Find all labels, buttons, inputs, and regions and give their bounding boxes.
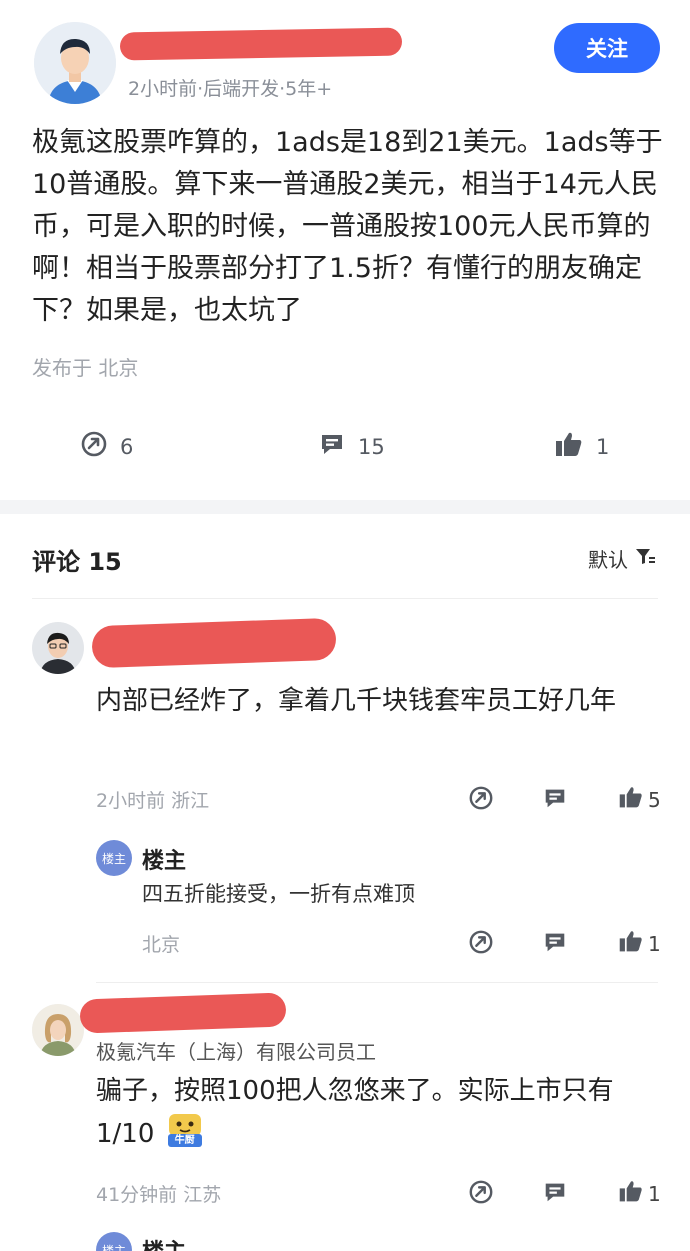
post-body: 极氪这股票咋算的，1ads是18到21美元。1ads等于10普通股。算下来一普通…	[32, 127, 663, 326]
share-count: 6	[120, 434, 134, 459]
like-button[interactable]: 1	[554, 430, 609, 463]
section-separator	[0, 500, 690, 514]
sort-label: 默认	[588, 548, 628, 572]
post-location: 发布于 北京	[32, 356, 139, 380]
comment-2-like-count: 1	[648, 1181, 661, 1206]
follow-button[interactable]: 关注	[554, 23, 660, 73]
reply-1-like-button[interactable]: 1	[618, 928, 661, 959]
like-count: 1	[596, 434, 610, 459]
comment-1-avatar[interactable]	[32, 622, 84, 674]
reply-1-like-count: 1	[648, 931, 661, 956]
comment-2-like-button[interactable]: 1	[618, 1178, 661, 1209]
reply-1-author[interactable]: 楼主	[142, 843, 186, 875]
filter-icon	[628, 545, 656, 572]
share-icon	[469, 930, 493, 954]
sticker-label: 牛厨	[174, 1135, 195, 1146]
comment-1-like-button[interactable]: 5	[618, 784, 661, 815]
sort-dropdown[interactable]: 默认	[588, 544, 656, 573]
comment-2-avatar[interactable]	[32, 1004, 84, 1056]
comment-2-share-button[interactable]	[468, 1179, 494, 1205]
reply-1-meta: 北京	[142, 934, 181, 956]
comment-2-name-redaction	[79, 992, 287, 1034]
reply-1-badge: 楼主	[96, 840, 132, 876]
author-avatar[interactable]	[34, 22, 116, 104]
comment-icon	[545, 933, 565, 952]
thumbs-up-icon	[618, 928, 648, 959]
comment-1-like-count: 5	[648, 787, 661, 812]
reply-1-share-button[interactable]	[468, 929, 494, 955]
comment-2-meta: 41分钟前 江苏	[96, 1184, 222, 1206]
comment-1-text: 内部已经炸了，拿着几千块钱套牢员工好几年	[96, 686, 617, 716]
comment-icon	[545, 1183, 565, 1202]
comment-2-reply-button[interactable]	[542, 1179, 568, 1205]
comments-title: 评论 15	[32, 548, 122, 576]
comments-header-divider	[32, 598, 658, 599]
comment-1-name-redaction	[91, 617, 337, 669]
thumbs-up-icon	[618, 1178, 648, 1209]
reply-2-author[interactable]: 楼主	[142, 1234, 186, 1251]
post-meta: 2小时前·后端开发·5年+	[128, 78, 333, 100]
share-button[interactable]: 6	[80, 430, 133, 463]
comment-2-text-block: 骗子，按照100把人忽悠来了。实际上市只有1/10 牛厨	[96, 1070, 656, 1155]
comment-2-company: 极氪汽车（上海）有限公司员工	[96, 1040, 376, 1064]
thumbs-up-icon	[618, 784, 648, 815]
reply-2-badge: 楼主	[96, 1232, 132, 1251]
reply-1-reply-button[interactable]	[542, 929, 568, 955]
comment-1-reply-button[interactable]	[542, 785, 568, 811]
share-icon	[469, 786, 493, 810]
comment-icon	[545, 789, 565, 808]
share-icon	[80, 430, 120, 463]
comment-button[interactable]: 15	[318, 430, 385, 463]
comment-icon	[318, 430, 358, 463]
comment-count: 15	[358, 434, 385, 459]
reply-1-text: 四五折能接受，一折有点难顶	[142, 882, 415, 906]
comment-1-meta: 2小时前 浙江	[96, 790, 210, 812]
comment-divider	[96, 982, 658, 983]
author-name-redaction	[119, 27, 403, 61]
thumbs-up-icon	[554, 430, 596, 463]
comment-1-share-button[interactable]	[468, 785, 494, 811]
share-icon	[469, 1180, 493, 1204]
niu-chu-sticker-icon: 牛厨	[165, 1112, 205, 1148]
